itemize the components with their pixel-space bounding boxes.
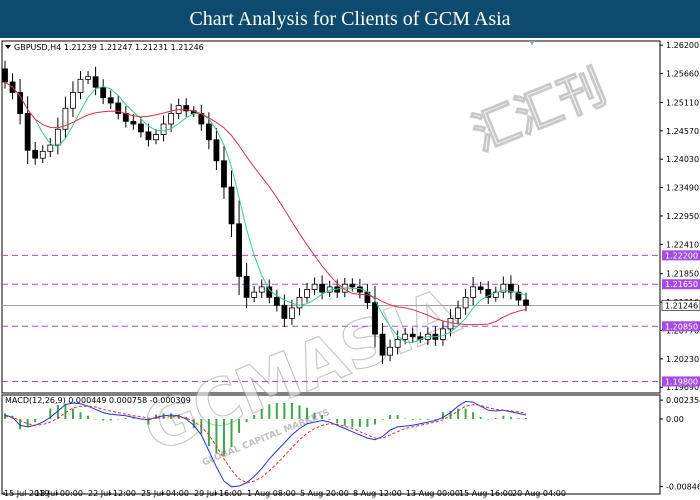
candle-body (153, 134, 159, 141)
time-tick-label: 15 Aug 16:00 (459, 489, 513, 498)
candle-body (462, 296, 469, 309)
candle-body (243, 275, 250, 298)
candle-body (447, 317, 454, 330)
time-axis: 15 Jul 201918 Jul 00:00 22 Jul 12:00 25 Ju… (3, 489, 566, 498)
candle-body (85, 76, 91, 80)
candle-body (100, 86, 107, 99)
macd-tick-label: -0.008469 (666, 483, 700, 492)
candle-body (409, 333, 416, 338)
candle-body (266, 286, 273, 298)
candle-body (251, 291, 258, 298)
last-price-label: 1.21246 (665, 301, 698, 310)
candle-body (145, 131, 152, 141)
candle-body (289, 307, 295, 319)
candle-body (39, 150, 46, 159)
candle-body (92, 76, 99, 88)
candle-body (228, 186, 235, 225)
level-tag-label: 1.22200 (665, 251, 698, 260)
candle-body (47, 144, 54, 152)
candle-body (402, 333, 409, 340)
candle-body (258, 286, 265, 293)
candle-body (77, 78, 84, 93)
candle-body (470, 286, 477, 298)
price-tick-label: 1.24030 (666, 155, 699, 164)
price-tick-label: 1.21850 (666, 270, 699, 279)
candle-body (236, 223, 242, 277)
time-tick-label: 29 Jul 16:00 (194, 489, 242, 498)
macd-tick-label: 0.00 (666, 415, 684, 424)
candle-body (205, 123, 212, 141)
candle-body (477, 286, 484, 290)
time-tick-label: 22 Jul 12:00 (88, 489, 136, 498)
time-tick-label: 1 Aug 08:00 (247, 489, 296, 498)
time-tick-label: 20 Aug 04:00 (512, 489, 566, 498)
candle-body (168, 113, 175, 125)
macd-header: MACD(12,26,9) 0.000449 0.000758 -0.00030… (5, 396, 191, 405)
time-tick-label: 18 Jul 00:00 (35, 489, 83, 498)
page-title: Chart Analysis for Clients of GCM Asia (0, 0, 700, 38)
time-tick-label: 8 Aug 12:00 (353, 489, 402, 498)
candle-body (24, 113, 31, 151)
candle-body (311, 283, 318, 290)
time-tick-label: 25 Jul 04:00 (141, 489, 189, 498)
time-tick-label: 5 Aug 20:00 (300, 489, 349, 498)
candle-body (130, 120, 137, 125)
candle-body (107, 97, 114, 104)
candle-body (319, 283, 326, 293)
price-tick-label: 1.20230 (666, 355, 699, 364)
level-tag-label: 1.19800 (665, 377, 698, 386)
level-tag-label: 1.21650 (665, 280, 698, 289)
candle-body (2, 68, 8, 83)
candle-body (70, 92, 76, 109)
candle-body (394, 339, 401, 348)
candle-body (304, 289, 310, 298)
candle-body (54, 128, 61, 146)
candle-body (372, 302, 378, 335)
price-tick-label: 1.22950 (666, 212, 699, 221)
candle-body (349, 283, 356, 288)
candle-body (455, 307, 461, 319)
candle-body (138, 123, 144, 133)
candle-body (440, 328, 446, 340)
price-tick-label: 1.26200 (666, 41, 699, 50)
candle-body (221, 160, 227, 188)
candle-body (387, 346, 393, 356)
macd-tick-label: 0.002354 (666, 396, 700, 405)
level-tag-label: 1.20850 (665, 322, 698, 331)
candle-body (32, 149, 39, 159)
price-tick-label: 1.25660 (666, 70, 699, 79)
price-tick-label: 1.24570 (666, 127, 699, 136)
candle-body (523, 299, 529, 306)
chart-area: GCMASIA 汇汇刊 GLOBAL CAPITAL MARKETS 1.262… (0, 38, 700, 500)
candle-body (122, 113, 129, 122)
candle-body (213, 139, 220, 162)
candle-body (273, 296, 280, 306)
price-header: GBPUSD,H4 1.21239 1.21247 1.21231 1.2124… (14, 43, 204, 52)
price-tick-label: 1.23490 (666, 184, 699, 193)
price-tick-label: 1.25110 (666, 98, 699, 107)
time-tick-label: 13 Aug 00:00 (406, 489, 460, 498)
candle-body (379, 333, 386, 356)
candle-body (160, 123, 167, 135)
candle-body (296, 296, 303, 309)
price-tick-label: 1.22410 (666, 240, 699, 249)
candle-body (281, 304, 288, 319)
